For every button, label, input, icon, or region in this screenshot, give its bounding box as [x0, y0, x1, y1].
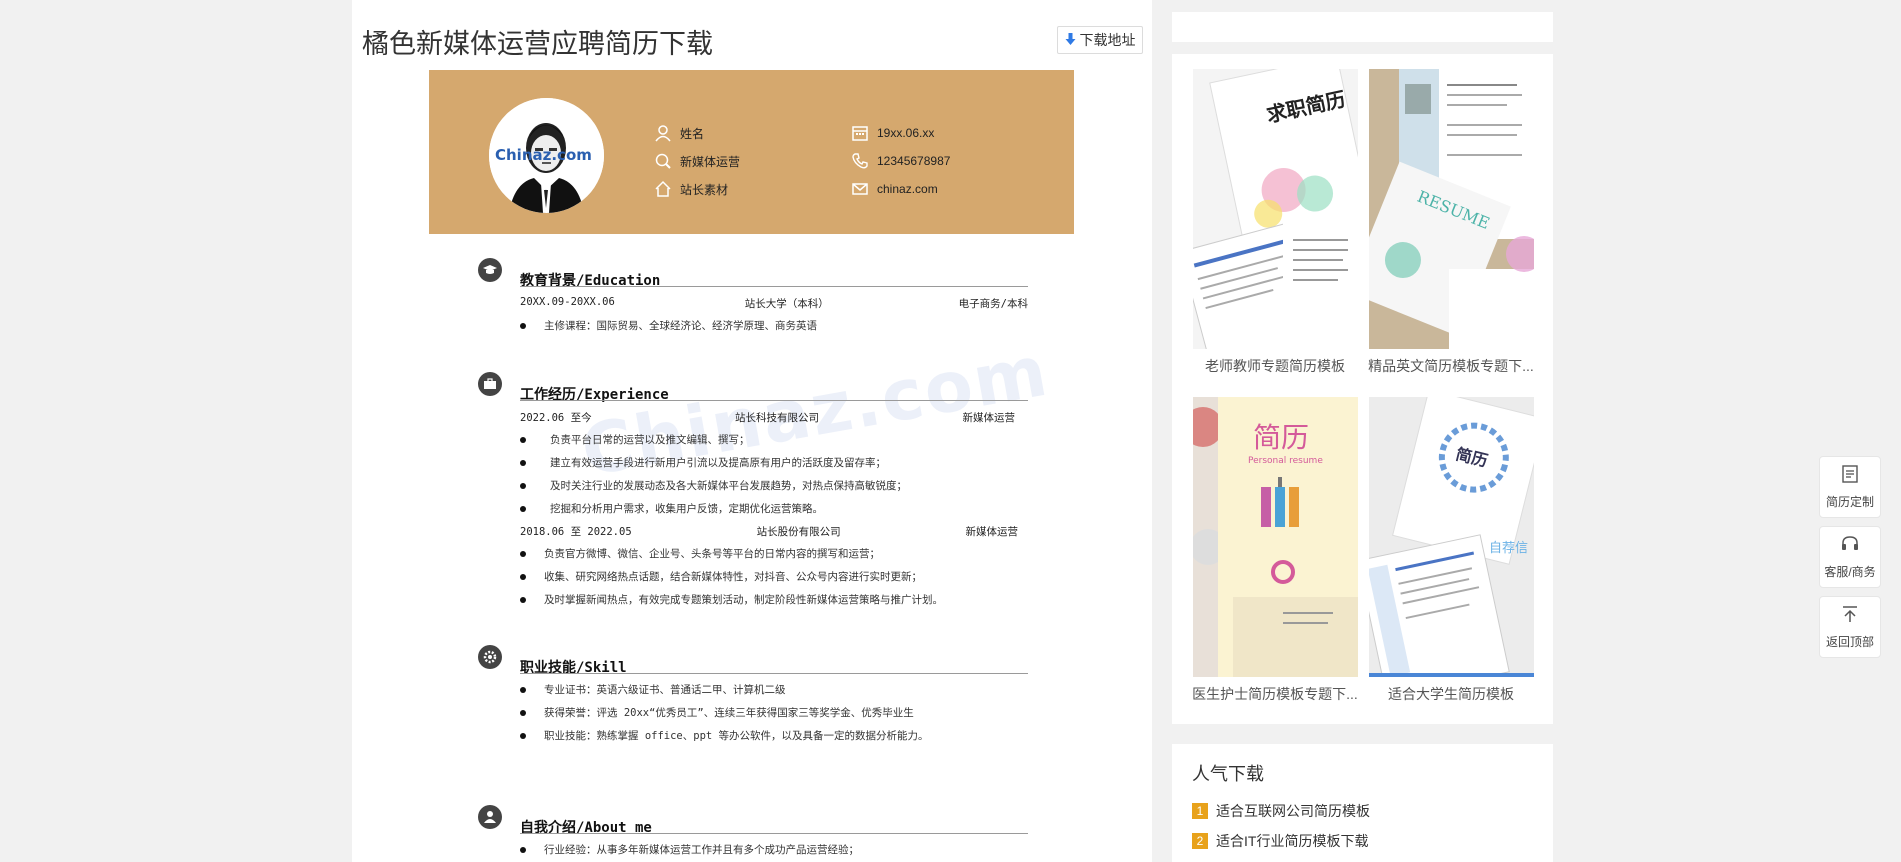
- avatar-portrait-icon: Chinaz.com: [489, 98, 604, 213]
- skill-bullet: 获得荣誉：评选 20xx“优秀员工”、连续三年获得国家三等奖学金、优秀毕业生: [520, 705, 914, 720]
- download-arrow-icon: [1065, 32, 1076, 48]
- rank-badge: 1: [1192, 803, 1208, 819]
- about-bullet: 行业经验：从事多年新媒体运营工作并且有多个成功产品运营经验；: [520, 842, 859, 857]
- graduation-cap-icon: [478, 258, 502, 282]
- resume-custom-label: 简历定制: [1825, 495, 1874, 509]
- popular-item-label: 适合IT行业简历模板下载: [1216, 833, 1369, 849]
- template-label-medical[interactable]: 医生护士简历模板专题下...: [1190, 684, 1360, 704]
- job2-row: 2018.06 至 2022.05 站长股份有限公司 新媒体运营: [520, 524, 1018, 539]
- section-divider: [520, 400, 1028, 401]
- job1-bullet: 及时关注行业的发展动态及各大新媒体平台发展趋势，对热点保持高敏锐度；: [520, 478, 907, 493]
- education-bullet: 主修课程：国际贸易、全球经济论、经济学原理、商务英语: [520, 318, 817, 333]
- header-name: 姓名: [654, 124, 704, 142]
- section-divider: [520, 833, 1028, 834]
- svg-text:Personal resume: Personal resume: [1248, 456, 1323, 466]
- phone-icon: [851, 152, 869, 170]
- briefcase-icon: [478, 372, 502, 396]
- gear-icon: [478, 645, 502, 669]
- resume-custom-button[interactable]: 简历定制: [1819, 456, 1881, 518]
- sidebar-top-panel: [1172, 12, 1553, 42]
- mail-icon: [851, 180, 869, 198]
- job1-bullet: 负责平台日常的运营以及推文编辑、撰写；: [520, 432, 750, 447]
- header-birthday-text: 19xx.06.xx: [877, 126, 935, 140]
- download-button-label: 下载地址: [1079, 32, 1136, 48]
- header-phone: 12345678987: [851, 152, 950, 170]
- popular-item[interactable]: 2 适合IT行业简历模板下载: [1192, 831, 1368, 851]
- header-phone-text: 12345678987: [877, 154, 951, 168]
- header-email-text: chinaz.com: [877, 182, 938, 196]
- template-thumb-english[interactable]: RESUME: [1369, 69, 1534, 349]
- popular-item-label: 适合互联网公司简历模板: [1216, 803, 1370, 819]
- back-to-top-label: 返回顶部: [1825, 635, 1874, 649]
- header-email: chinaz.com: [851, 180, 938, 198]
- svg-text:简历: 简历: [1253, 422, 1309, 453]
- skill-bullet: 职业技能：熟练掌握 office、ppt 等办公软件，以及具备一定的数据分析能力…: [520, 728, 929, 743]
- job2-date: 2018.06 至 2022.05: [520, 526, 632, 538]
- education-school: 站长大学（本科）: [744, 298, 829, 310]
- popular-item[interactable]: 1 适合互联网公司简历模板: [1192, 801, 1370, 821]
- job2-company: 站长股份有限公司: [756, 526, 841, 538]
- template-label-english[interactable]: 精品英文简历模板专题下...: [1366, 356, 1536, 376]
- job2-role: 新媒体运营: [965, 526, 1019, 538]
- recommended-templates: 求职简历 老师教师专题简历模板 RESUME 精品英文简历模板专题下... 简历…: [1172, 54, 1553, 724]
- header-position-text: 新媒体运营: [680, 154, 741, 169]
- skill-bullet: 专业证书：英语六级证书、普通话二甲、计算机二级: [520, 682, 786, 697]
- resume-preview: Chinaz.com 姓名 新媒体运营 站长素材 19xx.06.xx 1234…: [429, 70, 1074, 862]
- avatar: Chinaz.com: [489, 98, 604, 213]
- template-thumb-teacher[interactable]: 求职简历: [1193, 69, 1358, 349]
- header-birthday: 19xx.06.xx: [851, 124, 934, 142]
- home-icon: [654, 180, 672, 198]
- user-icon: [478, 805, 502, 829]
- section-title-education: 教育背景/Education: [520, 273, 661, 289]
- section-title-skill: 职业技能/Skill: [520, 660, 627, 676]
- section-title-about: 自我介绍/About me: [520, 820, 652, 836]
- calendar-icon: [851, 124, 869, 142]
- job2-bullet: 负责官方微博、微信、企业号、头条号等平台的日常内容的撰写和运营；: [520, 546, 880, 561]
- edit-resume-icon: [1840, 464, 1860, 487]
- job1-bullet: 挖掘和分析用户需求，收集用户反馈，定期优化运营策略。: [520, 501, 823, 516]
- page-title: 橘色新媒体运营应聘简历下载: [362, 29, 713, 59]
- popular-title: 人气下载: [1192, 764, 1264, 784]
- template-label-teacher[interactable]: 老师教师专题简历模板: [1190, 356, 1360, 376]
- job1-role: 新媒体运营: [962, 412, 1015, 424]
- header-site: 站长素材: [654, 180, 728, 198]
- section-divider: [520, 286, 1028, 287]
- job2-bullet: 收集、研究网络热点话题，结合新媒体特性，对抖音、公众号内容进行实时更新；: [520, 569, 922, 584]
- job2-bullet: 及时掌握新闻热点，有效完成专题策划活动，制定阶段性新媒体运营策略与推广计划。: [520, 592, 943, 607]
- svg-text:Chinaz.com: Chinaz.com: [495, 146, 592, 164]
- resume-header: Chinaz.com 姓名 新媒体运营 站长素材 19xx.06.xx 1234…: [429, 70, 1074, 234]
- main-panel: 橘色新媒体运营应聘简历下载 下载地址 Chinaz.com 姓名 新媒体运营 站…: [352, 0, 1152, 862]
- header-site-text: 站长素材: [680, 182, 729, 197]
- job1-date: 2022.06 至今: [520, 412, 592, 424]
- section-title-experience: 工作经历/Experience: [520, 387, 669, 403]
- arrow-up-icon: [1840, 604, 1860, 627]
- customer-service-button[interactable]: 客服/商务: [1819, 526, 1881, 588]
- template-label-college[interactable]: 适合大学生简历模板: [1366, 684, 1536, 704]
- education-date: 20XX.09-20XX.06: [520, 296, 615, 308]
- customer-service-label: 客服/商务: [1824, 565, 1876, 579]
- template-thumb-college[interactable]: 简历 自荐信: [1369, 397, 1534, 677]
- svg-text:自荐信: 自荐信: [1489, 540, 1528, 555]
- job1-company: 站长科技有限公司: [735, 412, 820, 424]
- header-name-text: 姓名: [680, 126, 705, 141]
- education-row: 20XX.09-20XX.06 站长大学（本科） 电子商务/本科: [520, 296, 1028, 311]
- rank-badge: 2: [1192, 833, 1208, 849]
- headset-icon: [1840, 534, 1860, 557]
- job1-row: 2022.06 至今 站长科技有限公司 新媒体运营: [520, 410, 1015, 425]
- popular-downloads: 人气下载 1 适合互联网公司简历模板 2 适合IT行业简历模板下载: [1172, 744, 1553, 862]
- template-thumb-medical[interactable]: 简历 Personal resume: [1193, 397, 1358, 677]
- search-icon: [654, 152, 672, 170]
- section-divider: [520, 673, 1028, 674]
- education-major: 电子商务/本科: [958, 298, 1028, 310]
- header-position: 新媒体运营: [654, 152, 740, 170]
- back-to-top-button[interactable]: 返回顶部: [1819, 596, 1881, 658]
- download-button[interactable]: 下载地址: [1057, 26, 1143, 54]
- job1-bullet: 建立有效运营手段进行新用户引流以及提高原有用户的活跃度及留存率；: [520, 455, 886, 470]
- person-icon: [654, 124, 672, 142]
